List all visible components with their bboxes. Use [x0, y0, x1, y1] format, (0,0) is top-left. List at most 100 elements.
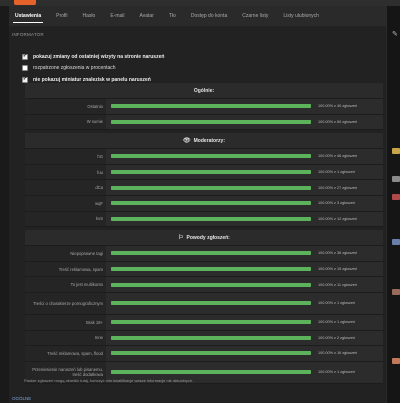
- right-sidebar: ✎: [386, 6, 400, 403]
- progress-fill: [111, 320, 311, 325]
- stat-row: Treść reklamowa, spam 100.00% z 15 zgłosz…: [25, 261, 383, 278]
- checkbox-hide-thumbnails[interactable]: ✓: [22, 76, 28, 83]
- progress-fill: [111, 104, 311, 109]
- progress-fill: [111, 301, 311, 306]
- tab-listy-ulubionych[interactable]: Listy ulubionych: [281, 10, 321, 22]
- stat-percent: 100.00% z 11 zgłoszeń: [318, 282, 357, 287]
- pencil-icon[interactable]: ✎: [392, 30, 398, 38]
- progress-bar: [111, 301, 311, 306]
- stat-label: To jest multikonto: [25, 277, 106, 292]
- stat-percent: 100.00% z 1 zgłoszeń: [318, 370, 356, 375]
- thumbnail-icon[interactable]: [392, 194, 400, 200]
- option-label: rozpatrzone zgłoszenia w procentach: [33, 65, 116, 72]
- tab-avatar[interactable]: Avatar: [138, 10, 156, 22]
- stat-label: kvS: [25, 211, 106, 227]
- stat-value: 100.00% z 15 zgłoszeń: [106, 261, 383, 277]
- stat-percent: 100.00% z 1 zgłoszeń: [318, 301, 356, 306]
- tab-profil[interactable]: Profil: [54, 10, 69, 22]
- tab-ustawienia[interactable]: Ustawienia: [13, 10, 44, 23]
- stat-percent: 100.00% z 36 zgłoszeń: [318, 251, 358, 256]
- stat-percent: 100.00% z 2 zgłoszeń: [318, 335, 356, 340]
- progress-fill: [111, 119, 311, 124]
- tab-dostep-do-konta[interactable]: Dostęp do konta: [189, 10, 229, 22]
- stat-row: Brak 18+ 100.00% z 1 zgłoszeń: [25, 314, 383, 331]
- flag-icon: ⚐: [178, 235, 184, 242]
- stat-value: 100.00% z 1 zgłoszeń: [106, 164, 383, 180]
- stat-label: Treść reklamowa, spam, flood: [25, 346, 106, 361]
- moderators-header: 👁 Moderatorzy:: [25, 133, 383, 150]
- option-label: pokazuj zmiany od ostatniej wizyty na st…: [33, 53, 165, 60]
- checkbox-show-changes[interactable]: ✓: [22, 53, 28, 60]
- thumbnail-icon[interactable]: [392, 148, 400, 154]
- stat-row: wqF 100.00% z 3 zgłoszeń: [25, 195, 383, 212]
- thumbnail-icon[interactable]: [392, 358, 400, 364]
- tab-czarne-listy[interactable]: Czarne listy: [240, 10, 270, 22]
- stat-row: Treści o charakterze pornograficznym 100.…: [25, 292, 383, 315]
- progress-fill: [111, 170, 311, 175]
- stat-row: dCa 100.00% z 27 zgłoszeń: [25, 180, 383, 196]
- thumbnail-icon[interactable]: [392, 239, 400, 245]
- progress-bar: [111, 335, 311, 340]
- reasons-header: ⚐ Powody zgłoszeń:: [25, 230, 383, 247]
- stat-row: Ostatnio 100.00% z 40 zgłoszeń: [25, 99, 383, 115]
- stat-percent: 100.00% z 40 zgłoszeń: [318, 104, 358, 109]
- stat-percent: 100.00% z 1 zgłoszeń: [318, 170, 356, 175]
- progress-bar: [111, 185, 311, 190]
- option-show-changes[interactable]: ✓ pokazuj zmiany od ostatniej wizyty na …: [22, 51, 362, 63]
- general-title: Ogólnie:: [193, 87, 215, 94]
- progress-fill: [111, 282, 311, 287]
- stat-value: 100.00% z 11 zgłoszeń: [106, 277, 383, 292]
- progress-fill: [111, 251, 311, 256]
- progress-fill: [111, 335, 311, 340]
- stat-percent: 100.00% z 16 zgłoszeń: [318, 351, 358, 356]
- stat-label: dCa: [25, 180, 106, 195]
- stat-value: 100.00% z 3 zgłoszeń: [106, 195, 383, 211]
- tab-email[interactable]: E-mail: [108, 10, 126, 22]
- stat-value: 100.00% z 46 zgłoszeń: [106, 149, 383, 164]
- progress-bar: [111, 119, 311, 124]
- option-percent[interactable]: rozpatrzone zgłoszenia w procentach: [22, 63, 362, 75]
- general-header: Ogólnie:: [25, 83, 383, 99]
- progress-bar: [111, 154, 311, 159]
- progress-bar: [111, 351, 311, 356]
- thumbnail-icon[interactable]: [392, 176, 400, 182]
- stat-percent: 100.00% z 15 zgłoszeń: [318, 267, 358, 272]
- stat-label: Treść reklamowa, spam: [25, 261, 106, 277]
- progress-bar: [111, 320, 311, 325]
- option-label: nie pokazuj miniatur znalezisk w panelu …: [33, 76, 151, 83]
- stat-row: fuu 100.00% z 1 zgłoszeń: [25, 164, 383, 181]
- stat-percent: 100.00% z 46 zgłoszeń: [318, 154, 358, 159]
- stat-value: 100.00% z 1 zgłoszeń: [106, 314, 383, 330]
- stat-percent: 100.00% z 12 zgłoszeń: [318, 216, 358, 221]
- settings-panel: Ustawienia Profil Hasło E-mail Avatar Tł…: [9, 6, 386, 403]
- tab-tlo[interactable]: Tło: [167, 10, 178, 22]
- progress-bar: [111, 216, 311, 221]
- stat-value: 100.00% z 1 zgłoszeń: [106, 292, 383, 314]
- stat-value: 100.00% z 12 zgłoszeń: [106, 211, 383, 227]
- thumbnail-icon[interactable]: [392, 289, 400, 295]
- progress-fill: [111, 216, 311, 221]
- moderators-title: Moderatorzy:: [193, 137, 226, 144]
- stat-row: hG 100.00% z 46 zgłoszeń: [25, 149, 383, 165]
- stat-percent: 100.00% z 3 zgłoszeń: [318, 201, 356, 206]
- stat-value: 100.00% z 60 zgłoszeń: [106, 114, 383, 130]
- stat-percent: 100.00% z 1 zgłoszeń: [318, 320, 356, 325]
- stat-value: 100.00% z 27 zgłoszeń: [106, 180, 383, 195]
- stat-row: W sumie 100.00% z 60 zgłoszeń: [25, 114, 383, 131]
- reasons-title: Powody zgłoszeń:: [186, 234, 230, 241]
- stat-label: Treści o charakterze pornograficznym: [25, 292, 106, 314]
- stat-label: wqF: [25, 195, 106, 211]
- stat-label: hG: [25, 149, 106, 164]
- stat-row: To jest multikonto 100.00% z 11 zgłoszeń: [25, 277, 383, 293]
- checkbox-percent[interactable]: [22, 65, 28, 72]
- progress-fill: [111, 201, 311, 206]
- site-logo[interactable]: [14, 0, 36, 5]
- stat-label: Ostatnio: [25, 99, 106, 114]
- tab-haslo[interactable]: Hasło: [81, 10, 98, 22]
- progress-fill: [111, 185, 311, 190]
- stat-label: Brak 18+: [25, 314, 106, 330]
- general-link[interactable]: OGÓLNE: [9, 396, 31, 401]
- section-label: INFORMATOR: [12, 32, 44, 37]
- stat-row: Niepoprawne tagi 100.00% z 36 zgłoszeń: [25, 246, 383, 262]
- stat-value: 100.00% z 36 zgłoszeń: [106, 246, 383, 261]
